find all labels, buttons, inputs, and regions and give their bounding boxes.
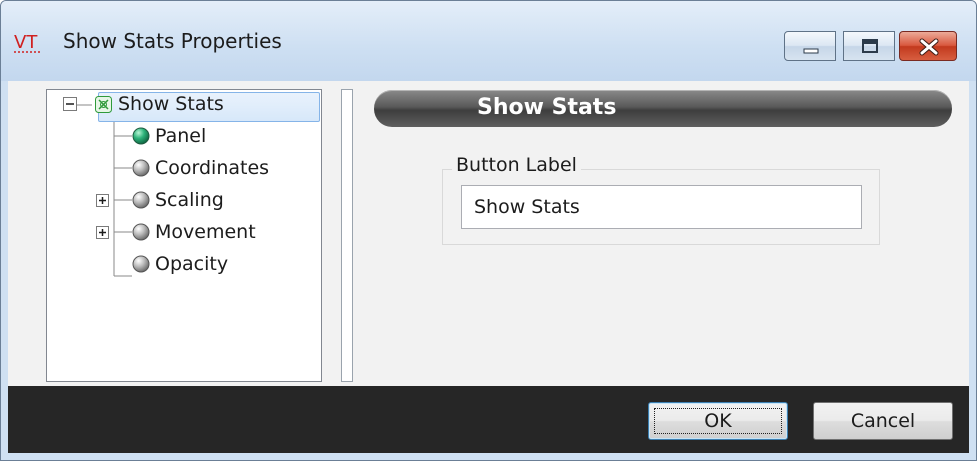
collapse-icon[interactable] <box>63 97 77 111</box>
maximize-button[interactable] <box>843 31 895 61</box>
green-sphere-icon <box>132 127 150 145</box>
gray-sphere-icon <box>132 255 150 273</box>
properties-tree[interactable]: Show Stats Panel Coordinates Scaling Mov… <box>46 89 322 382</box>
button-label-input[interactable] <box>461 185 862 229</box>
tree-root-label[interactable]: Show Stats <box>118 93 224 115</box>
cancel-button[interactable]: Cancel <box>813 402 953 440</box>
section-header-title: Show Stats <box>477 95 617 120</box>
gray-sphere-icon <box>132 223 150 241</box>
tree-item-panel[interactable]: Panel <box>155 125 206 147</box>
dialog-footer: OK Cancel <box>8 386 969 453</box>
dialog-client-area: Show Stats Panel Coordinates Scaling Mov… <box>8 81 969 453</box>
minimize-icon <box>803 48 819 54</box>
tree-item-opacity[interactable]: Opacity <box>155 253 228 275</box>
vt-app-icon: VT <box>14 32 42 53</box>
properties-window: VT Show Stats Properties Show Stats Pane… <box>0 0 977 461</box>
expand-icon[interactable] <box>96 194 109 207</box>
cancel-button-label: Cancel <box>850 410 916 432</box>
minimize-button[interactable] <box>784 31 836 61</box>
close-icon <box>919 38 939 56</box>
button-label-group-title: Button Label <box>452 154 581 176</box>
close-button[interactable] <box>899 31 957 61</box>
maximize-icon <box>862 39 878 53</box>
gray-sphere-icon <box>132 191 150 209</box>
tree-item-movement[interactable]: Movement <box>155 221 256 243</box>
tree-item-scaling[interactable]: Scaling <box>155 189 224 211</box>
section-header: Show Stats <box>374 90 952 127</box>
title-bar[interactable]: VT Show Stats Properties <box>1 1 976 81</box>
ok-button[interactable]: OK <box>648 402 788 440</box>
tree-item-coordinates[interactable]: Coordinates <box>155 157 269 179</box>
window-title: Show Stats Properties <box>63 29 282 53</box>
show-stats-icon <box>95 96 112 113</box>
expand-icon[interactable] <box>96 226 109 239</box>
app-icon-text: VT <box>14 32 38 53</box>
ok-button-label: OK <box>704 410 732 432</box>
panel-splitter[interactable] <box>341 89 353 382</box>
gray-sphere-icon <box>132 159 150 177</box>
